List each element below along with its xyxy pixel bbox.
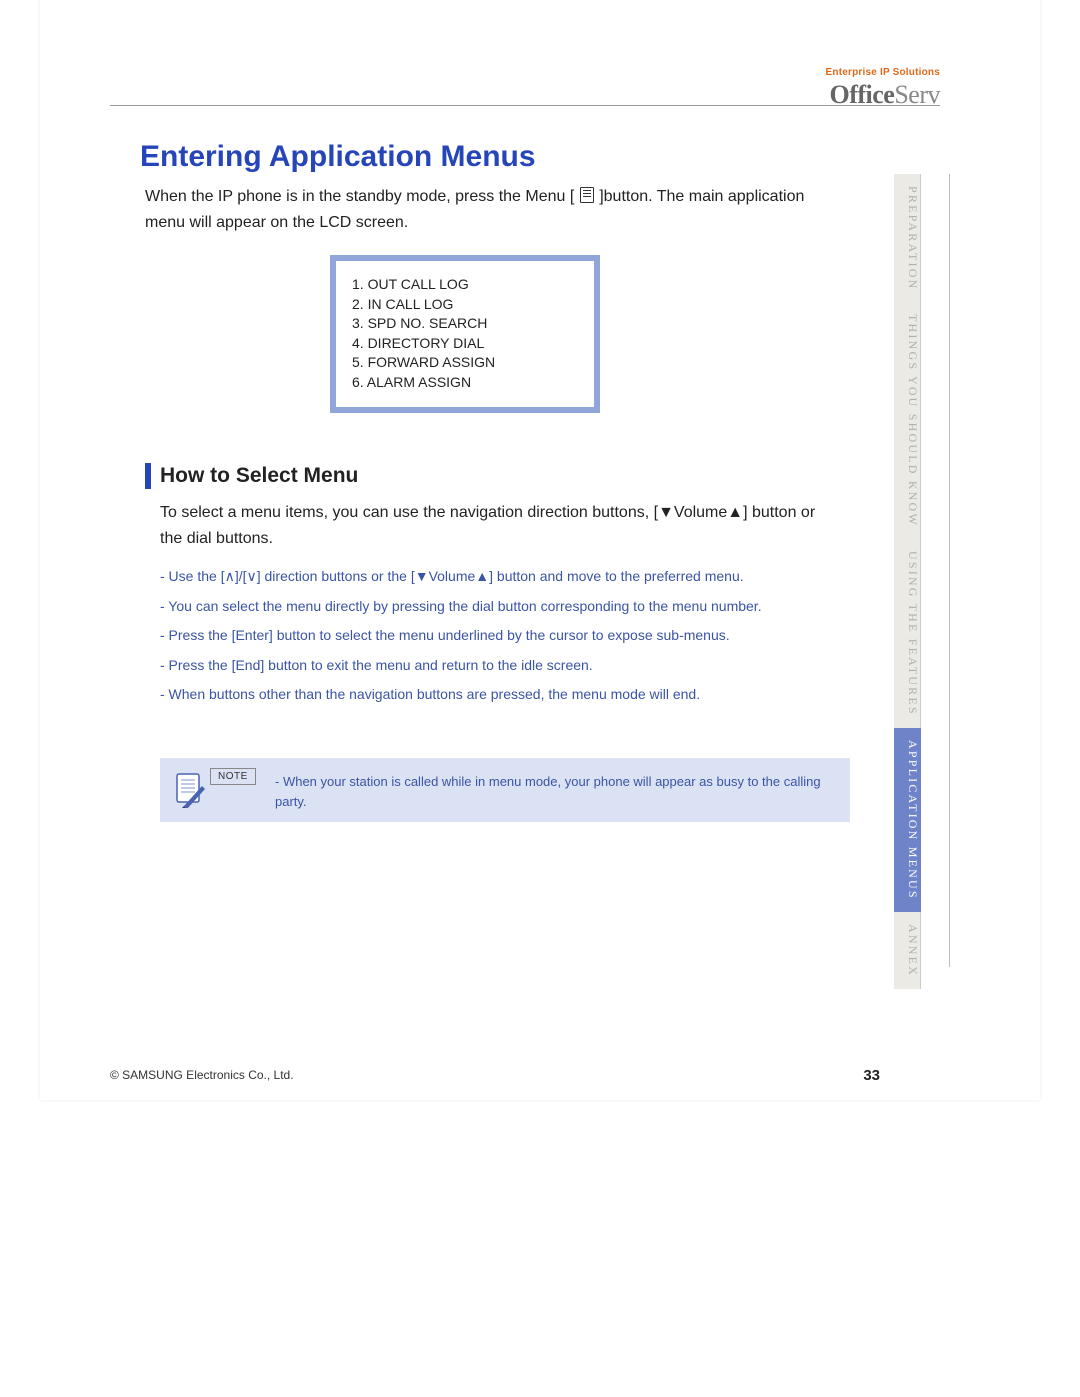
sub-intro-paragraph: To select a menu items, you can use the …: [160, 500, 820, 551]
footer-page-number: 33: [863, 1067, 880, 1084]
bullet-item: - When buttons other than the navigation…: [160, 685, 860, 705]
tab-preparation[interactable]: Preparation: [894, 174, 921, 302]
lcd-item: 3. SPD NO. SEARCH: [352, 314, 578, 334]
lcd-item: 5. FORWARD ASSIGN: [352, 353, 578, 373]
tabs-divider: [949, 174, 950, 967]
tab-using-the-features[interactable]: Using the Features: [894, 539, 921, 728]
logo-text: OfficeServ: [826, 80, 940, 110]
logo-block: Enterprise IP Solutions OfficeServ: [826, 67, 940, 110]
subheading-bar: [145, 463, 151, 489]
tab-application-menus[interactable]: Application Menus: [894, 728, 921, 912]
footer-copyright: © SAMSUNG Electronics Co., Ltd.: [110, 1068, 294, 1082]
note-icon: [174, 772, 206, 808]
subheading: How to Select Menu: [160, 464, 358, 488]
lcd-screen: 1. OUT CALL LOG 2. IN CALL LOG 3. SPD NO…: [330, 255, 600, 413]
page-background-strip: [0, 1100, 1080, 1397]
note-text: - When your station is called while in m…: [275, 772, 830, 811]
bullet-item: - You can select the menu directly by pr…: [160, 597, 860, 617]
lcd-item: 4. DIRECTORY DIAL: [352, 334, 578, 354]
lcd-item: 1. OUT CALL LOG: [352, 275, 578, 295]
page-title: Entering Application Menus: [140, 140, 536, 174]
bullet-list: - Use the [∧]/[∨] direction buttons or t…: [160, 567, 860, 715]
menu-icon: [580, 187, 594, 203]
side-tabs: Preparation Things You Should Know Using…: [894, 174, 948, 989]
tab-annex[interactable]: Annex: [894, 912, 921, 989]
tab-things-you-should-know[interactable]: Things You Should Know: [894, 302, 921, 539]
bullet-item: - Use the [∧]/[∨] direction buttons or t…: [160, 567, 860, 587]
logo-light: Serv: [894, 80, 940, 109]
bullet-item: - Press the [Enter] button to select the…: [160, 626, 860, 646]
page-header: Enterprise IP Solutions OfficeServ: [110, 70, 940, 106]
note-box: NOTE - When your station is called while…: [160, 758, 850, 822]
intro-paragraph: When the IP phone is in the standby mode…: [145, 184, 805, 235]
lcd-item: 2. IN CALL LOG: [352, 295, 578, 315]
logo-tagline: Enterprise IP Solutions: [826, 67, 940, 78]
logo-bold: Office: [829, 80, 894, 109]
note-label: NOTE: [210, 768, 256, 785]
document-page: Enterprise IP Solutions OfficeServ Enter…: [40, 0, 1040, 1100]
lcd-item: 6. ALARM ASSIGN: [352, 373, 578, 393]
bullet-item: - Press the [End] button to exit the men…: [160, 656, 860, 676]
intro-text-a: When the IP phone is in the standby mode…: [145, 188, 574, 205]
